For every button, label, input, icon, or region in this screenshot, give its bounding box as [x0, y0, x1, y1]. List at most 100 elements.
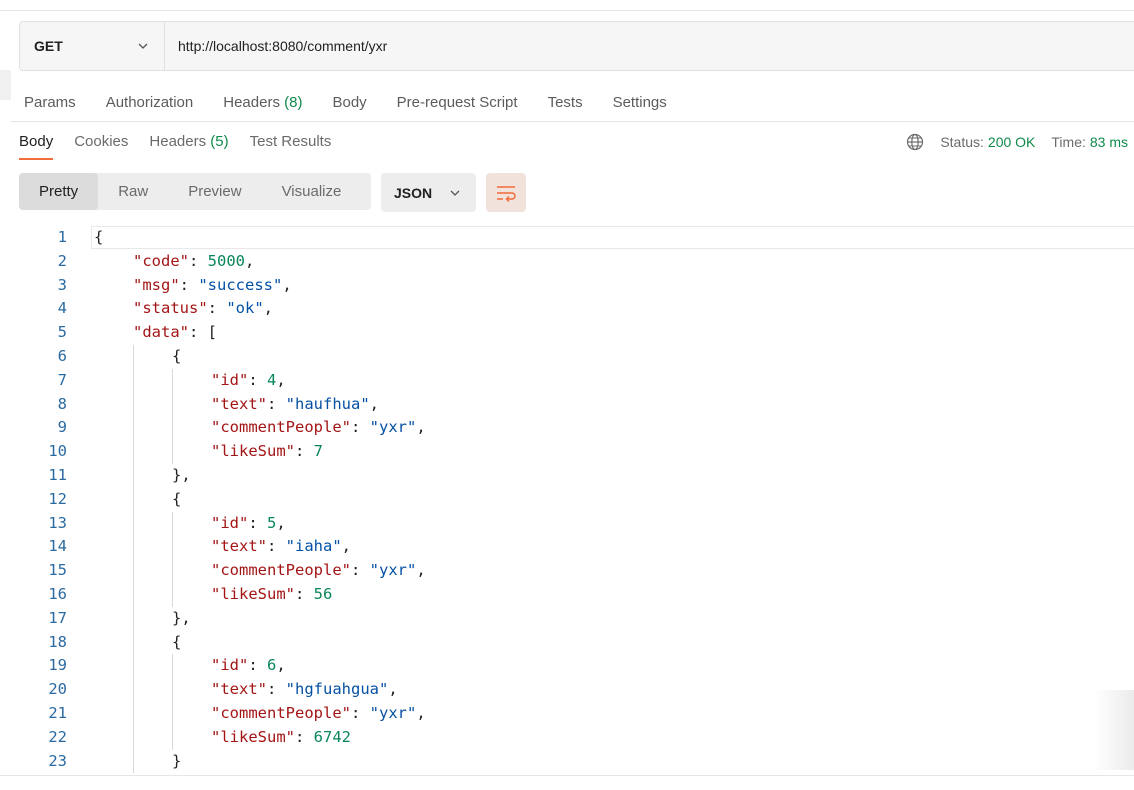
tab-authorization[interactable]: Authorization [106, 94, 194, 111]
code-token: : [350, 418, 370, 437]
code-token: "id" [211, 513, 249, 532]
globe-icon[interactable] [906, 133, 924, 151]
code-token: "yxr" [369, 704, 417, 722]
code-token: : [267, 537, 286, 556]
tab-pre-request-script[interactable]: Pre-request Script [397, 94, 518, 111]
url-input[interactable]: http://localhost:8080/comment/yxr [165, 38, 387, 54]
code-text: "text": "haufhua", [211, 393, 379, 416]
code-token: "commentPeople" [211, 418, 351, 437]
format-toggle-group: Pretty Raw Preview Visualize [19, 173, 371, 210]
wrap-lines-button[interactable] [486, 173, 526, 212]
code-line: 23} [19, 750, 1119, 773]
code-token: 5 [267, 513, 277, 532]
status-label: Status: [940, 134, 984, 150]
code-text: "likeSum": 6742 [211, 726, 351, 749]
tab-label: Settings [612, 93, 667, 111]
language-value: JSON [394, 184, 433, 201]
sidebar-edge [0, 70, 11, 100]
code-line: 7 "id": 4, [19, 369, 1119, 392]
format-preview-button[interactable]: Preview [168, 173, 261, 210]
code-token: , [245, 251, 255, 270]
code-token: : [267, 680, 286, 699]
format-visualize-button[interactable]: Visualize [262, 173, 362, 210]
code-text: "code": 5000, [133, 250, 254, 273]
tab-headers[interactable]: Headers (8) [223, 94, 302, 111]
tab-body[interactable]: Body [332, 94, 366, 111]
request-tabs: Params Authorization Headers (8) Body Pr… [24, 91, 697, 113]
code-text: "text": "iaha", [211, 535, 351, 558]
code-token: , [388, 680, 398, 699]
section-divider [11, 121, 1134, 122]
code-token: { [172, 347, 182, 365]
line-number: 18 [48, 632, 67, 651]
code-token: : [295, 727, 314, 746]
method-value: GET [34, 38, 63, 54]
line-number: 5 [57, 323, 67, 342]
code-text: "data": [ [133, 321, 217, 344]
line-number: 19 [48, 656, 67, 675]
tab-params[interactable]: Params [24, 94, 76, 111]
code-token: "text" [211, 537, 267, 556]
code-token: "yxr" [369, 418, 417, 437]
code-token: , [276, 370, 286, 389]
response-body-editor[interactable]: 1 {2 "code": 5000, 3 "msg": "success", 4 "stat… [19, 226, 1134, 774]
response-status: Status: 200 OK Time: 83 ms [906, 133, 1128, 151]
code-line: 12 { [19, 488, 1119, 511]
code-text: { [94, 226, 103, 249]
code-text: { [172, 631, 181, 654]
chevron-down-icon [138, 43, 148, 49]
code-text: "id": 5, [211, 512, 286, 535]
code-token: : [350, 561, 370, 580]
code-line: 9 "commentPeople": "yxr", [19, 416, 1119, 439]
line-number: 9 [57, 418, 67, 437]
line-number: 1 [57, 228, 67, 246]
code-text: "text": "hgfuahgua", [211, 678, 398, 701]
code-text: }, [172, 607, 191, 630]
line-number: 13 [48, 513, 67, 532]
code-token: , [263, 299, 273, 318]
tab-label: Cookies [74, 133, 129, 150]
code-token: , [276, 656, 286, 675]
line-number: 2 [57, 251, 67, 270]
tab-response-headers[interactable]: Headers (5) [149, 133, 228, 160]
bottom-strip [0, 775, 1134, 790]
code-line: 11}, [19, 464, 1119, 487]
code-token: "iaha" [285, 537, 342, 556]
line-number: 12 [48, 489, 67, 508]
response-tabs: Body Cookies Headers (5) Test Results [19, 133, 352, 160]
status-value[interactable]: 200 OK [988, 134, 1035, 150]
code-text: "status": "ok", [133, 297, 273, 320]
code-token: "id" [211, 656, 249, 675]
code-line: 10 "likeSum": 7 [19, 440, 1119, 463]
tab-count: (5) [210, 133, 229, 150]
tab-label: Headers [149, 133, 207, 150]
line-number: 4 [57, 299, 67, 318]
code-token: 6 [267, 656, 277, 675]
code-token: : [ [189, 323, 217, 342]
code-token: }, [172, 466, 191, 484]
tab-settings[interactable]: Settings [613, 94, 667, 111]
code-token: "status" [133, 299, 208, 318]
tab-tests[interactable]: Tests [548, 94, 583, 111]
code-token: "likeSum" [211, 585, 295, 603]
code-text: "id": 6, [211, 654, 286, 677]
time-value[interactable]: 83 ms [1090, 134, 1128, 150]
code-token: , [416, 704, 426, 722]
code-text: { [172, 488, 181, 511]
code-token: "yxr" [369, 561, 417, 580]
code-text: } [172, 750, 181, 773]
line-number: 23 [48, 751, 67, 770]
tab-response-body[interactable]: Body [19, 133, 54, 160]
tab-cookies[interactable]: Cookies [74, 133, 128, 160]
request-url-bar: GET http://localhost:8080/comment/yxr [19, 21, 1134, 71]
line-number: 7 [57, 370, 67, 389]
tab-test-results[interactable]: Test Results [250, 133, 332, 160]
line-number: 11 [48, 466, 67, 484]
format-raw-button[interactable]: Raw [98, 173, 168, 210]
format-pretty-button[interactable]: Pretty [19, 173, 99, 210]
method-select[interactable]: GET [20, 22, 165, 70]
language-select[interactable]: JSON [381, 173, 476, 212]
code-line: 3 "msg": "success", [19, 274, 1119, 297]
code-token: : [248, 513, 267, 532]
line-number: 6 [57, 347, 67, 365]
